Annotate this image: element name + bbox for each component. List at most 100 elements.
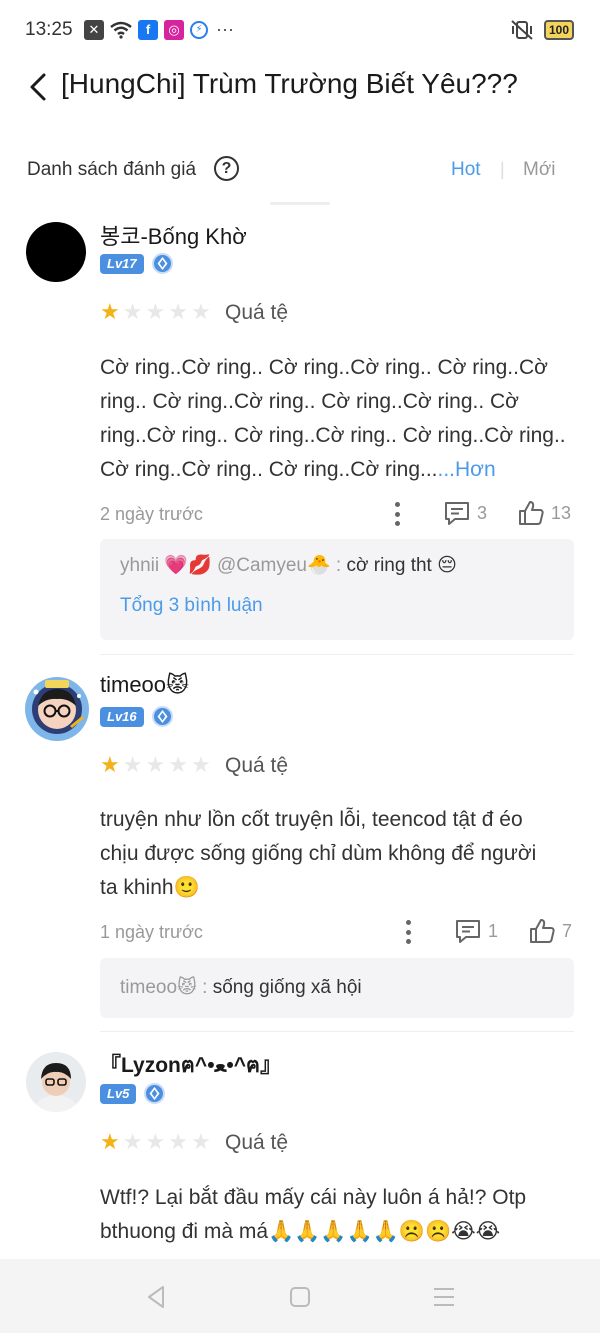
star-icon: ★ [145,299,166,324]
rating-label: Quá tệ [225,754,289,777]
rating-list-header: Danh sách đánh giá ? Hot | Mới [0,150,600,190]
divider [100,1031,574,1032]
comment-button[interactable]: 1 [454,918,498,944]
review-item: 『Lyzonฅ^•ﻌ•^ฅ』 Lv5 ★ ★ ★ ★ ★ Quá tệ Wtf!… [0,1045,600,1259]
star-icon: ★ [122,299,143,324]
star-icon: ★ [122,1129,143,1154]
star-icon: ★ [190,1129,211,1154]
review-date: 1 ngày trước [100,922,203,942]
status-icons: ✕ f ◎ ⚡ ··· [84,19,234,40]
username[interactable]: timeoo😾 [100,672,189,698]
avatar[interactable] [24,676,90,742]
sort-separator: | [500,159,505,179]
avatar[interactable] [26,222,86,282]
battery-indicator: 100 [543,20,574,40]
comment-count: 3 [477,502,488,523]
reply-separator: : [196,977,213,998]
more-options-icon[interactable] [394,502,400,526]
rating-label: Quá tệ [225,301,289,324]
review-item: timeoo😾 Lv16 ★ ★ ★ ★ ★ Quá tệ truyện như… [0,668,600,1028]
read-more-link[interactable]: ...Hơn [438,458,496,481]
level-badge: Lv5 [100,1083,137,1104]
reply-author[interactable]: timeoo😾 [120,977,197,998]
facebook-icon: f [138,19,158,40]
wifi-icon [110,21,132,39]
vibrate-icon [511,20,533,40]
thumbs-up-icon [519,501,544,525]
star-icon: ★ [190,299,211,324]
reply-text: cờ ring tht 😔 [346,555,457,576]
status-right: 100 [510,19,574,41]
like-button[interactable]: 13 [517,500,571,526]
reply-text: sống giống xã hội [212,977,362,998]
rating-label: Quá tệ [225,1131,289,1154]
page-title: [HungChi] Trùm Trường Biết Yêu??? [61,68,518,99]
sort-new-tab[interactable]: Mới [523,159,556,181]
level-badge: Lv17 [100,253,144,274]
username[interactable]: 봉코-Bống Khờ [100,219,247,251]
comment-count: 1 [488,920,499,941]
more-options-icon[interactable] [405,920,411,944]
star-icon: ★ [100,299,120,324]
status-time: 13:25 [25,19,73,40]
shield-icon [151,253,173,274]
status-bar: 13:25 ✕ f ◎ ⚡ ··· 100 [0,0,600,60]
user-badges: Lv16 [100,706,173,727]
review-text: Cờ ring..Cờ ring.. Cờ ring..Cờ ring.. Cờ… [100,351,570,487]
review-meta: 1 ngày trước 1 7 [100,918,574,948]
review-item: 봉코-Bống Khờ Lv17 ★ ★ ★ ★ ★ Quá tệ Cờ rin… [0,215,600,655]
recents-nav-icon[interactable] [430,1283,458,1311]
reply-item: yhnii 💗💋 @Camyeu🐣 : cờ ring tht 😔 [120,551,554,581]
username[interactable]: 『Lyzonฅ^•ﻌ•^ฅ』 [100,1049,281,1082]
star-icon: ★ [145,752,166,777]
comment-icon [456,920,480,943]
like-count: 13 [551,502,572,523]
divider [100,654,574,655]
star-icon: ★ [100,1129,120,1154]
reply-separator: : [330,555,347,576]
like-button[interactable]: 7 [528,918,572,944]
help-icon[interactable]: ? [214,156,239,181]
shield-icon [151,706,173,727]
avatar[interactable] [26,1052,86,1112]
messenger-icon: ⚡ [190,20,208,39]
star-rating: ★ ★ ★ ★ ★ [100,301,211,323]
user-badges: Lv5 [100,1083,166,1104]
home-nav-icon[interactable] [286,1283,314,1311]
review-text: truyện như lồn cốt truyện lỗi, teencod t… [100,808,537,899]
rating-list-title: Danh sách đánh giá [27,159,197,180]
instagram-icon: ◎ [164,19,184,40]
scroll-fade [270,202,330,205]
comment-button[interactable]: 3 [443,500,487,526]
shield-icon [144,1083,166,1104]
star-rating: ★ ★ ★ ★ ★ [100,754,211,776]
total-replies-link[interactable]: Tổng 3 bình luận [120,591,554,621]
star-icon: ★ [168,299,188,324]
notification-icon: ✕ [84,19,104,40]
reply-box[interactable]: timeoo😾 : sống giống xã hội [100,958,574,1018]
reply-box[interactable]: yhnii 💗💋 @Camyeu🐣 : cờ ring tht 😔 Tổng 3… [100,539,574,640]
avatar-image [25,677,89,741]
star-icon: ★ [145,1129,166,1154]
back-nav-icon[interactable] [142,1283,170,1311]
star-rating: ★ ★ ★ ★ ★ [100,1131,211,1153]
star-icon: ★ [168,752,188,777]
comment-icon [445,502,469,525]
user-badges: Lv17 [100,253,173,274]
review-date: 2 ngày trước [100,504,203,524]
star-icon: ★ [100,752,120,777]
back-arrow-icon[interactable] [26,72,50,102]
level-badge: Lv16 [100,706,144,727]
review-body: Cờ ring..Cờ ring.. Cờ ring..Cờ ring.. Cờ… [100,356,566,481]
review-text: Wtf!? Lại bắt đầu mấy cái này luôn á hả!… [100,1186,527,1243]
review-meta: 2 ngày trước 3 13 [100,500,574,530]
thumbs-up-icon [530,919,555,943]
reply-item: timeoo😾 : sống giống xã hội [120,973,554,1003]
system-navigation-bar [0,1259,600,1333]
star-icon: ★ [168,1129,188,1154]
star-icon: ★ [190,752,211,777]
reply-author[interactable]: yhnii 💗💋 @Camyeu🐣 [120,555,331,576]
star-icon: ★ [122,752,143,777]
like-count: 7 [562,920,573,941]
sort-hot-tab[interactable]: Hot [451,159,481,181]
